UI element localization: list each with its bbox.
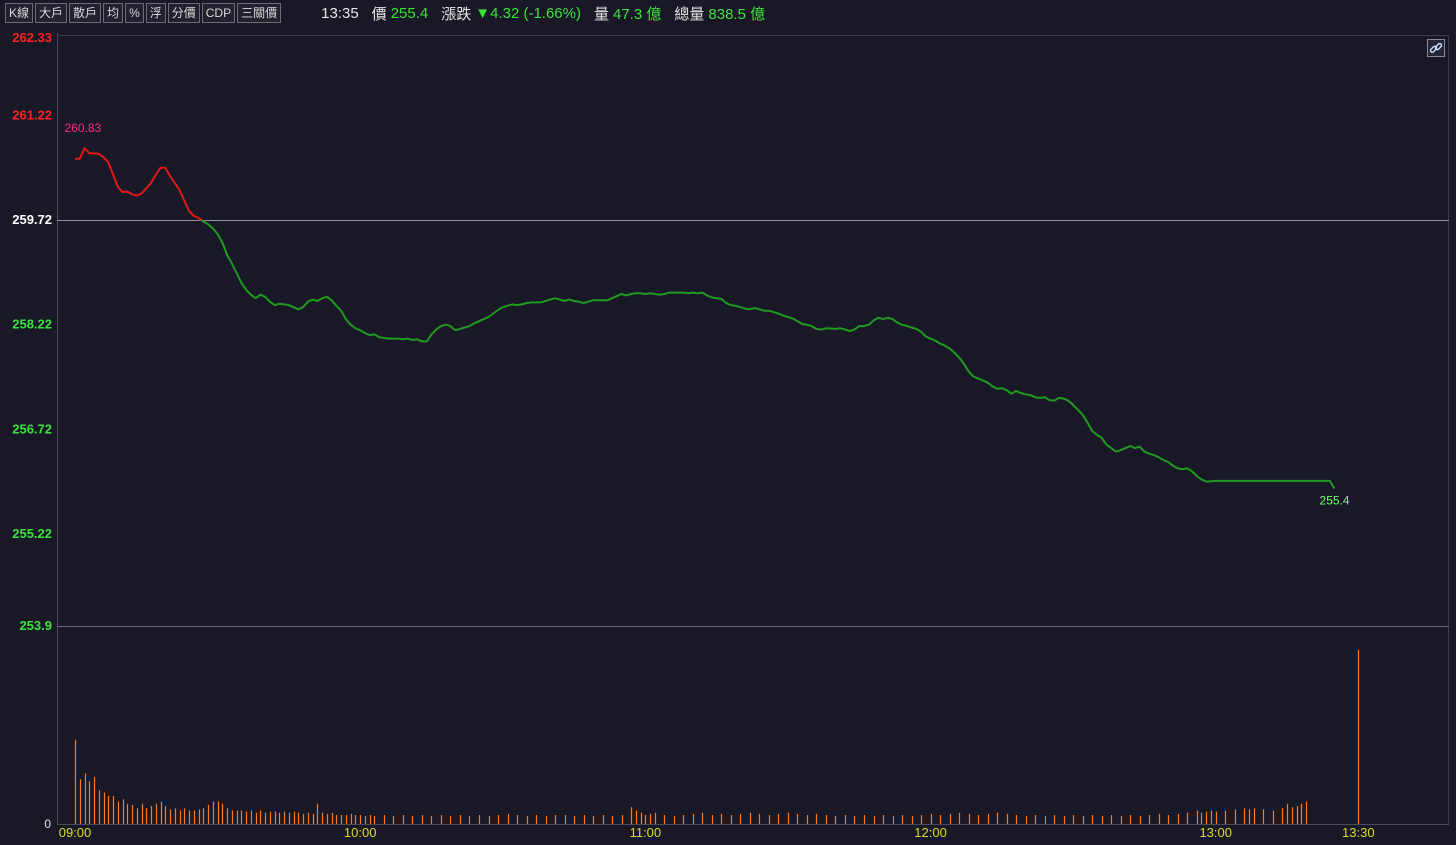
three-key-prices-button[interactable]: 三關價 [237, 3, 282, 23]
y-tick-label: 253.9 [19, 618, 52, 633]
volume-zero-label: 0 [44, 817, 51, 831]
x-tick-label: 13:00 [1199, 825, 1232, 840]
link-button[interactable] [1427, 39, 1445, 57]
price-lines [75, 147, 1336, 490]
x-tick-label: 13:30 [1342, 825, 1375, 840]
price-distribution-button[interactable]: 分價 [167, 3, 200, 23]
x-tick-label: 11:00 [630, 825, 662, 840]
x-axis-labels: 09:00 10:00 11:00 12:00 13:00 13:30 [59, 825, 1375, 840]
volume-bars [74, 650, 1360, 824]
total-volume-value: 838.5 億 [708, 5, 766, 23]
x-tick-label: 12:00 [914, 825, 947, 840]
x-tick-label: 10:00 [344, 825, 377, 840]
toolbar: K線 大戶 散戶 均 % 浮 分價 CDP 三關價 13:35 價 255.4 … [0, 0, 1456, 26]
price-line-up [75, 147, 202, 221]
x-tick-label: 09:00 [59, 825, 92, 840]
percent-button[interactable]: % [125, 3, 144, 23]
major-holders-button[interactable]: 大戶 [35, 3, 68, 23]
change-value: ▼4.32 (-1.66%) [475, 4, 581, 22]
volume-label: 量 [593, 5, 609, 23]
toolbar-buttons: K線 大戶 散戶 均 % 浮 分價 CDP 三關價 [5, 3, 283, 23]
quote-bar: 13:35 價 255.4 漲跌 ▼4.32 (-1.66%) 量 47.3 億… [321, 3, 765, 24]
change-label: 漲跌 [441, 5, 472, 23]
y-tick-label: 256.72 [12, 421, 52, 436]
price-label: 價 [371, 5, 387, 23]
link-icon [1429, 42, 1443, 54]
price-line-down [200, 219, 1336, 490]
quote-time: 13:35 [321, 4, 359, 22]
y-tick-label: 258.22 [12, 317, 52, 332]
total-volume-label: 總量 [674, 5, 705, 23]
cdp-button[interactable]: CDP [201, 3, 236, 23]
y-axis-labels: 262.33 261.22 259.72 258.22 256.72 255.22 253.… [12, 30, 52, 633]
y-tick-label: 255.22 [12, 526, 52, 541]
retail-holders-button[interactable]: 散戶 [69, 3, 102, 23]
y-tick-label: 261.22 [12, 107, 52, 122]
y-tick-label: 259.72 [12, 212, 52, 227]
kline-button[interactable]: K線 [5, 3, 34, 23]
float-button[interactable]: 浮 [145, 3, 166, 23]
price-value: 255.4 [390, 4, 429, 22]
chart-canvas: 262.33 261.22 259.72 258.22 256.72 255.22 253.… [12, 30, 1449, 840]
high-price-label: 260.83 [65, 121, 102, 135]
volume-value: 47.3 億 [613, 5, 662, 23]
last-price-label: 255.4 [1320, 494, 1350, 508]
average-button[interactable]: 均 [103, 3, 124, 23]
y-tick-label: 262.33 [12, 30, 52, 45]
chart-frame [57, 33, 1449, 825]
